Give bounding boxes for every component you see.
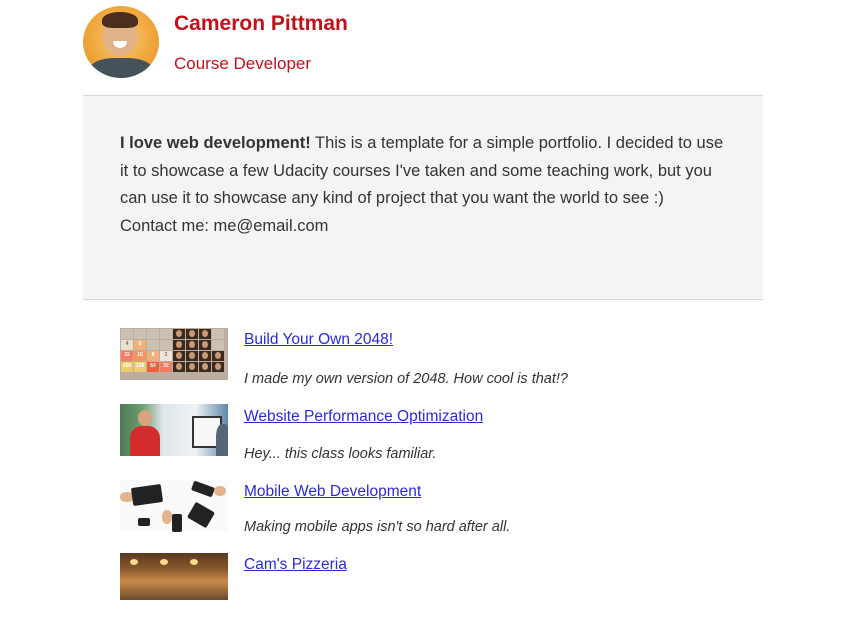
profile-header: Cameron Pittman Course Developer: [83, 6, 763, 84]
project-thumbnail-performance: [120, 404, 228, 456]
project-link-performance[interactable]: Website Performance Optimization: [244, 408, 483, 426]
portfolio-page: Cameron Pittman Course Developer I love …: [0, 0, 855, 600]
project-description: Making mobile apps isn't so hard after a…: [244, 519, 511, 535]
tile-64: 64: [147, 362, 159, 372]
project-item-performance: Website Performance Optimization Hey... …: [120, 404, 680, 474]
project-thumbnail-mobile: [120, 480, 228, 532]
tile-32b: 32: [160, 362, 172, 372]
tile-8b: 8: [147, 351, 159, 361]
intro-text: I love web development! This is a templa…: [120, 130, 725, 240]
project-description: Hey... this class looks familiar.: [244, 446, 437, 462]
profile-name: Cameron Pittman: [174, 12, 348, 35]
profile-avatar: [83, 6, 159, 78]
tile-4: 4: [121, 340, 133, 350]
project-link-pizzeria[interactable]: Cam's Pizzeria: [244, 556, 347, 574]
tile-32: 32: [121, 351, 133, 361]
project-item-pizzeria: Cam's Pizzeria: [120, 553, 680, 623]
tile-2: 2: [160, 351, 172, 361]
contact-line: Contact me: me@email.com: [120, 216, 329, 235]
tile-8: 8: [134, 340, 146, 350]
project-link-2048[interactable]: Build Your Own 2048!: [244, 331, 393, 349]
project-thumbnail-2048: 4 8 32 16 8 2 256 128 64 32: [120, 328, 228, 380]
project-link-mobile[interactable]: Mobile Web Development: [244, 483, 421, 501]
tile-256: 256: [121, 362, 133, 372]
project-description: I made my own version of 2048. How cool …: [244, 371, 568, 387]
intro-section: I love web development! This is a templa…: [83, 95, 763, 300]
intro-lead: I love web development!: [120, 134, 311, 152]
project-item-2048: 4 8 32 16 8 2 256 128 64 32 Build Your O…: [120, 328, 680, 398]
tile-128: 128: [134, 362, 146, 372]
profile-role: Course Developer: [174, 54, 312, 73]
tile-16: 16: [134, 351, 146, 361]
project-item-mobile: Mobile Web Development Making mobile app…: [120, 480, 680, 550]
project-thumbnail-pizzeria: [120, 553, 228, 600]
